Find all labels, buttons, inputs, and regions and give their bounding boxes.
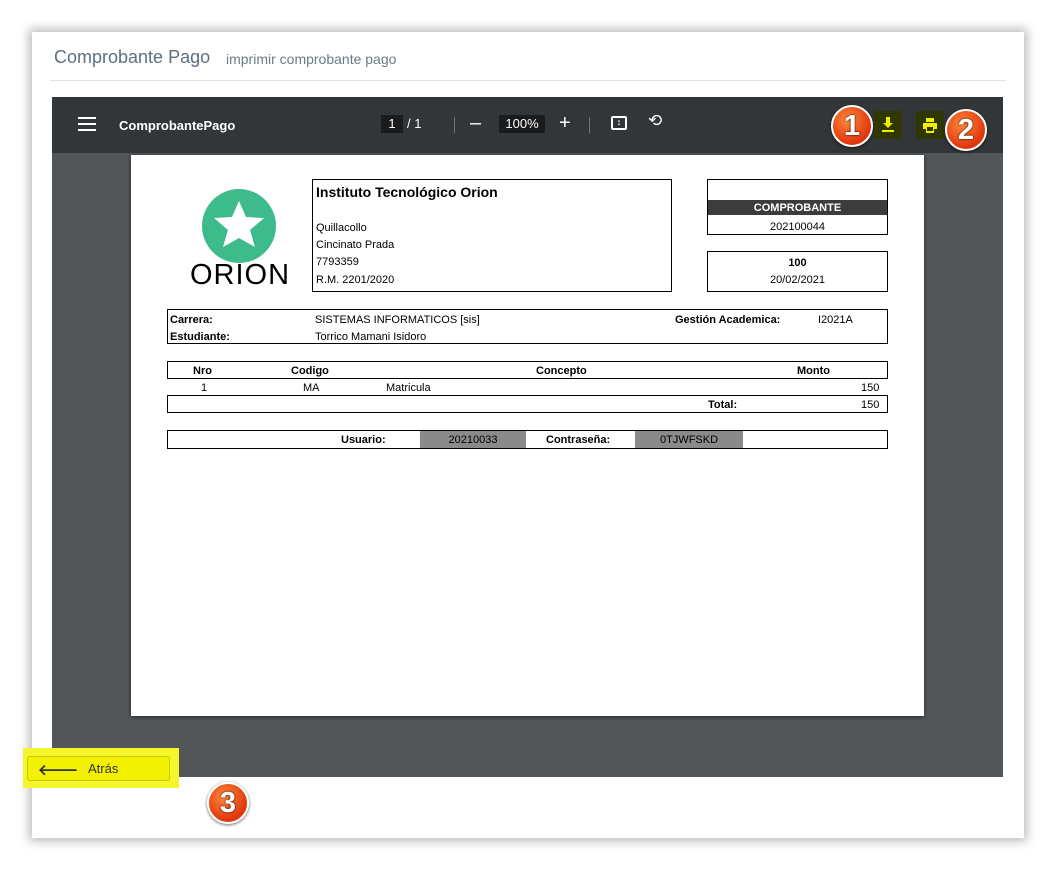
minus-icon[interactable]: –: [470, 112, 481, 135]
estudiante-value: Torrico Mamani Isidoro: [315, 331, 427, 343]
gestion-value: I2021A: [818, 314, 853, 326]
table-rule: [167, 395, 888, 396]
carrera-label: Carrera:: [170, 314, 213, 326]
table-header-concepto: Concepto: [536, 365, 587, 377]
student-info-box: Carrera: SISTEMAS INFORMATICOS [sis] Ges…: [167, 309, 888, 344]
pdf-toolbar: ComprobantePago 1 / 1 – 100% + ↕ ⟲ 1 2: [52, 97, 1003, 153]
table-rule: [167, 378, 888, 379]
comprobante-label: COMPROBANTE: [708, 200, 887, 215]
table-cell-monto: 150: [861, 382, 880, 394]
toolbar-divider: [589, 117, 590, 133]
menu-icon[interactable]: [78, 117, 96, 131]
page-number-input[interactable]: 1: [381, 115, 403, 133]
star-icon: [214, 201, 264, 247]
institute-name: Instituto Tecnológico Orion: [316, 184, 498, 200]
total-label: Total:: [708, 399, 738, 411]
comprobante-number: 202100044: [769, 221, 826, 233]
plus-icon[interactable]: +: [559, 112, 571, 135]
table-header-border-right: [887, 361, 888, 379]
credentials-box: Usuario: 20210033 Contraseña: 0TJWFSKD: [167, 430, 888, 449]
back-button[interactable]: 🡐 Atrás: [27, 756, 170, 781]
amount-box: 100 20/02/2021: [707, 251, 888, 292]
amount-value: 100: [788, 257, 807, 269]
estudiante-label: Estudiante:: [170, 331, 230, 343]
logo-text: ORION: [189, 259, 291, 291]
toolbar-divider: [454, 117, 455, 133]
institute-city: Quillacollo: [316, 222, 367, 234]
table-cell-nro: 1: [201, 382, 208, 394]
zoom-level-input[interactable]: 100%: [499, 115, 545, 133]
usuario-label: Usuario:: [341, 434, 386, 446]
table-cell-codigo: MA: [303, 382, 320, 394]
download-icon[interactable]: [874, 111, 902, 139]
table-header-codigo: Codigo: [291, 365, 329, 377]
rotate-icon[interactable]: ⟲: [648, 111, 662, 131]
back-button-label: Atrás: [88, 761, 119, 776]
carrera-value: SISTEMAS INFORMATICOS [sis]: [315, 314, 480, 326]
annotation-badge-2: 2: [945, 109, 987, 151]
fit-page-icon[interactable]: ↕: [611, 116, 627, 130]
total-value: 150: [861, 399, 880, 411]
page-total: / 1: [407, 116, 422, 131]
password-label: Contraseña:: [546, 434, 611, 446]
institute-phone: 7793359: [316, 256, 359, 268]
page-subtitle: imprimir comprobante pago: [226, 51, 397, 67]
pdf-viewer: ComprobantePago 1 / 1 – 100% + ↕ ⟲ 1 2 O…: [52, 97, 1003, 777]
annotation-badge-1: 1: [831, 105, 873, 147]
table-border-left: [167, 395, 168, 413]
amount-date: 20/02/2021: [769, 274, 826, 286]
usuario-value: 20210033: [420, 431, 526, 448]
institute-rm: R.M. 2201/2020: [316, 274, 395, 286]
table-header-nro: Nro: [193, 365, 212, 377]
annotation-badge-3: 3: [207, 782, 249, 824]
table-header-monto: Monto: [797, 365, 830, 377]
table-rule: [167, 361, 888, 362]
institute-box: Instituto Tecnológico Orion Quillacollo …: [312, 179, 672, 292]
password-value: 0TJWFSKD: [635, 431, 743, 448]
table-rule: [167, 412, 888, 413]
comprobante-box: COMPROBANTE 202100044: [707, 179, 888, 235]
header-divider: [50, 80, 1006, 81]
page-title: Comprobante Pago: [54, 47, 211, 67]
table-header-border-left: [167, 361, 168, 379]
page-card: Comprobante Pago imprimir comprobante pa…: [32, 32, 1024, 838]
institute-street: Cincinato Prada: [316, 239, 395, 251]
print-icon[interactable]: [916, 111, 944, 139]
pdf-page: ORION Instituto Tecnológico Orion Quilla…: [131, 155, 924, 716]
gestion-label: Gestión Academica:: [675, 314, 781, 326]
table-border-right: [887, 395, 888, 413]
pdf-file-title: ComprobantePago: [119, 118, 236, 133]
table-cell-concepto: Matricula: [386, 382, 431, 394]
arrow-left-icon: 🡐: [38, 762, 79, 779]
